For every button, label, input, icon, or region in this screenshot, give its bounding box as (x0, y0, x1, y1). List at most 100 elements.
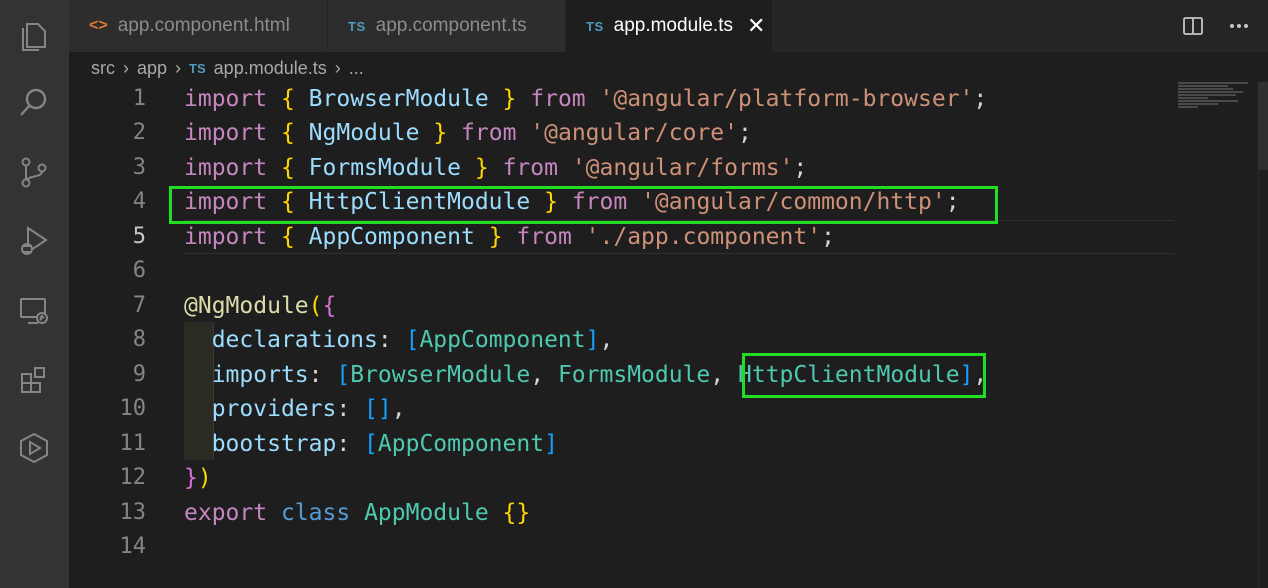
tab-app-module-ts[interactable]: TS app.module.ts ✕ (566, 0, 772, 52)
tab-app-component-ts[interactable]: TS app.component.ts (328, 0, 565, 52)
code-line-2: import { NgModule } from '@angular/core'… (184, 116, 752, 150)
bracket: ] (544, 431, 558, 457)
bracket: [ (364, 396, 378, 422)
line-number: 8 (132, 327, 146, 352)
run-debug-icon[interactable] (14, 220, 54, 260)
close-icon[interactable]: ✕ (747, 15, 765, 37)
activity-bar (0, 0, 69, 588)
property: imports (211, 362, 309, 388)
breadcrumb-item-src[interactable]: src (91, 58, 115, 79)
decorator: NgModule (197, 293, 309, 319)
brace: } (516, 500, 531, 526)
source-control-icon[interactable] (14, 152, 54, 192)
paren: ( (308, 293, 323, 319)
remote-explorer-icon[interactable] (14, 290, 54, 330)
keyword: from (502, 155, 558, 181)
line-number: 3 (132, 155, 146, 180)
typescript-file-icon: TS (348, 18, 366, 34)
punctuation: : (336, 396, 351, 422)
code-line-1: import { BrowserModule } from '@angular/… (184, 82, 987, 116)
decorator-at: @ (184, 293, 198, 319)
punctuation: , (391, 396, 406, 422)
brace: { (322, 293, 337, 319)
keyword: from (530, 86, 586, 112)
line-number: 11 (119, 431, 147, 456)
bracket: [ (405, 327, 420, 353)
editor-actions (1182, 0, 1268, 52)
class-name: AppModule (364, 500, 489, 526)
punctuation: ; (821, 224, 835, 250)
line-number: 9 (132, 362, 146, 387)
class-name: AppComponent (377, 431, 545, 457)
chevron-right-icon: › (175, 57, 182, 78)
code-line-11: bootstrap: [AppComponent] (184, 427, 558, 461)
identifier: NgModule (308, 120, 420, 146)
tab-app-component-html[interactable]: <> app.component.html (69, 0, 327, 52)
code-line-10: providers: [], (184, 392, 406, 426)
keyword: import (184, 120, 268, 146)
keyword: import (184, 224, 268, 250)
code-line-7: @NgModule({ (184, 289, 336, 323)
code-editor[interactable]: 1 2 3 4 5 6 7 8 9 10 11 12 13 14 import … (69, 82, 1268, 588)
bracket: ] (377, 396, 392, 422)
tab-label: app.component.ts (375, 15, 527, 36)
punctuation: : (377, 327, 392, 353)
code-line-8: declarations: [AppComponent], (184, 323, 614, 357)
tab-label: app.module.ts (613, 15, 733, 36)
class-name: BrowserModule (350, 362, 531, 388)
code-line-13: export class AppModule {} (184, 496, 530, 530)
line-number: 13 (119, 500, 147, 525)
identifier: FormsModule (308, 155, 461, 181)
line-number: 4 (132, 189, 146, 214)
keyword: from (516, 224, 572, 250)
property: bootstrap (211, 431, 337, 457)
paren: ) (197, 465, 212, 491)
identifier: AppComponent (308, 224, 475, 250)
line-number: 2 (132, 120, 146, 145)
string: './app.component' (585, 224, 822, 250)
tab-bar: <> app.component.html TS app.component.t… (69, 0, 1268, 52)
keyword: import (184, 155, 268, 181)
punctuation: , (599, 327, 614, 353)
brace: { (280, 120, 295, 146)
code-line-12: }) (184, 461, 212, 495)
brace: } (488, 224, 503, 250)
line-number: 10 (119, 396, 147, 421)
chevron-right-icon: › (123, 57, 129, 78)
scrollbar-thumb[interactable] (1258, 82, 1268, 170)
split-editor-icon[interactable] (1182, 15, 1204, 37)
punctuation: , (710, 362, 725, 388)
breadcrumb-item-file[interactable]: app.module.ts (214, 58, 327, 79)
chevron-right-icon: › (334, 57, 341, 78)
line-number: 12 (119, 465, 147, 490)
more-actions-icon[interactable] (1228, 15, 1250, 37)
typescript-file-icon: TS (189, 60, 206, 76)
code-line-5: import { AppComponent } from './app.comp… (184, 220, 835, 254)
breadcrumb-item-more[interactable]: ... (349, 58, 364, 79)
extensions-icon[interactable] (14, 360, 54, 400)
brace: } (474, 155, 489, 181)
punctuation: ; (973, 86, 988, 112)
brace: } (433, 120, 448, 146)
explorer-icon[interactable] (14, 14, 54, 54)
punctuation: , (530, 362, 545, 388)
brace: { (280, 155, 295, 181)
property: providers (211, 396, 337, 422)
keyword: export (184, 500, 268, 526)
punctuation: : (308, 362, 323, 388)
brace: } (502, 86, 517, 112)
search-icon[interactable] (14, 82, 54, 122)
line-number: 1 (132, 86, 146, 111)
minimap[interactable] (1178, 82, 1258, 112)
live-share-icon[interactable] (14, 428, 54, 468)
highlight-box-import-line (169, 186, 998, 224)
bracket: ] (585, 327, 600, 353)
brace: { (280, 86, 295, 112)
tab-label: app.component.html (117, 15, 290, 36)
line-number: 7 (132, 293, 146, 318)
brace: { (280, 224, 295, 250)
breadcrumb-item-app[interactable]: app (137, 58, 167, 79)
keyword: import (184, 86, 268, 112)
brace: } (184, 465, 198, 491)
bracket: [ (364, 431, 378, 457)
